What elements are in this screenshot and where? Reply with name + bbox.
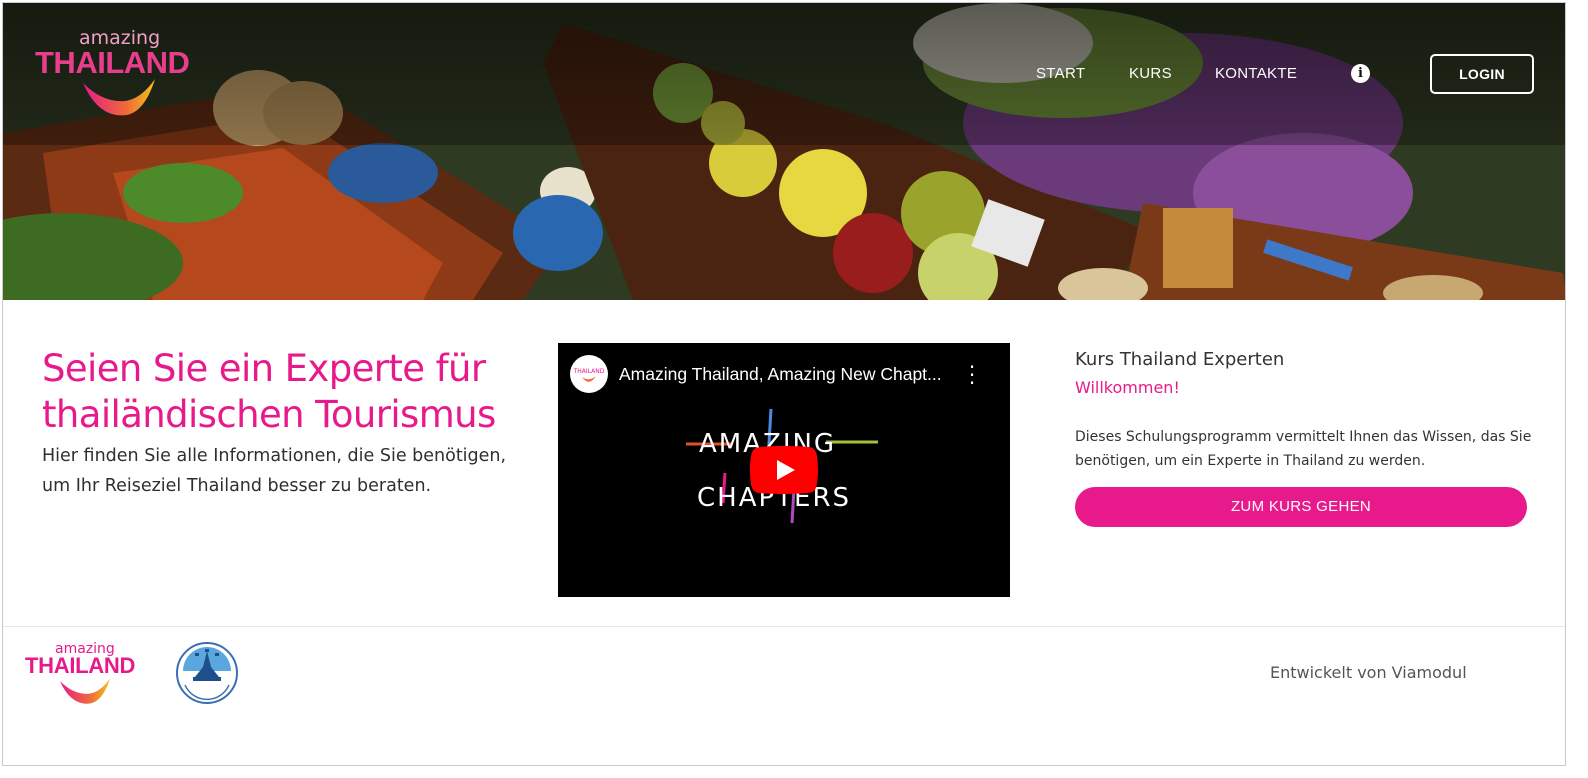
amazing-thailand-logo[interactable]: amazing THAILAND xyxy=(33,27,205,127)
course-description: Dieses Schulungsprogramm vermittelt Ihne… xyxy=(1075,429,1532,469)
footer-amazing-thailand-logo: amazing THAILAND xyxy=(25,641,141,711)
play-button-icon[interactable] xyxy=(750,446,818,494)
hero-top-shade xyxy=(3,3,1565,145)
nav-start[interactable]: START xyxy=(1036,65,1085,87)
page-headline: Seien Sie ein Experte für thailändischen… xyxy=(42,347,496,436)
page-frame: amazing THAILAND START KURS KONTAKTE i L… xyxy=(2,2,1566,766)
nav-kurs[interactable]: KURS xyxy=(1129,65,1172,87)
info-icon[interactable]: i xyxy=(1351,64,1370,83)
footer-logo-big-text: THAILAND xyxy=(25,653,136,678)
footer-divider xyxy=(3,626,1565,627)
login-button[interactable]: LOGIN xyxy=(1430,54,1534,94)
course-welcome: Willkommen! xyxy=(1075,378,1180,397)
go-to-course-button[interactable]: ZUM KURS GEHEN xyxy=(1075,487,1527,527)
tourism-authority-logo-icon xyxy=(176,642,238,704)
video-player[interactable]: THAILAND Amazing Thailand, Amazing New C… xyxy=(558,343,1010,597)
hero-banner: amazing THAILAND START KURS KONTAKTE i L… xyxy=(3,3,1565,300)
footer-logo-smile-icon xyxy=(59,678,111,704)
nav-kontakte[interactable]: KONTAKTE xyxy=(1215,65,1297,87)
logo-smile-icon xyxy=(83,79,155,116)
intro-text: Hier finden Sie alle Informationen, die … xyxy=(42,446,507,496)
logo-big-text: THAILAND xyxy=(35,45,190,80)
course-title: Kurs Thailand Experten xyxy=(1075,349,1285,370)
developer-credit: Entwickelt von Viamodul xyxy=(1270,663,1467,682)
